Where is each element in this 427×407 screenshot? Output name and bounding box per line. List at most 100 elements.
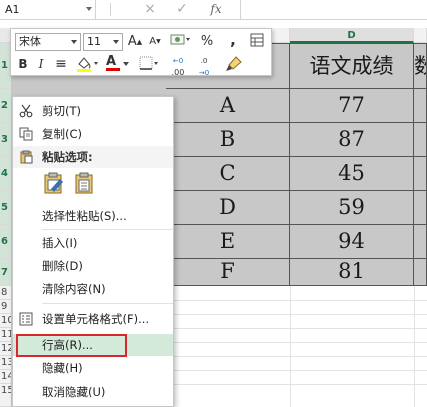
- format-painter-button[interactable]: [223, 55, 245, 73]
- score-cell[interactable]: 81: [290, 259, 414, 286]
- score-cell[interactable]: 94: [290, 225, 414, 259]
- italic-button[interactable]: I: [33, 55, 49, 73]
- name-box-dropdown-icon[interactable]: [86, 7, 92, 11]
- menu-separator: [42, 303, 173, 304]
- paste-clipboard-icon: [44, 172, 63, 194]
- decrease-decimal-label: .0: [200, 57, 208, 65]
- comma-style-button[interactable]: ,: [225, 31, 241, 49]
- cell-e1[interactable]: 数: [414, 43, 427, 89]
- formula-input[interactable]: [240, 0, 427, 19]
- column-header-e[interactable]: [414, 28, 427, 43]
- row-header-10[interactable]: 10: [0, 314, 12, 328]
- score-cell[interactable]: 77: [290, 89, 414, 123]
- row-header-14[interactable]: 14: [0, 370, 12, 384]
- student-cell[interactable]: B: [166, 123, 290, 157]
- menu-item-copy[interactable]: 复制(C): [13, 123, 173, 145]
- enter-icon[interactable]: ✓: [172, 0, 192, 19]
- fill-color-button[interactable]: [75, 55, 101, 73]
- format-painter-icon: [226, 56, 242, 71]
- menu-item-label: 选择性粘贴(S)...: [42, 209, 127, 223]
- score-cell-next[interactable]: [414, 191, 427, 225]
- font-name-combo[interactable]: 宋体: [15, 33, 81, 51]
- paste-values-button[interactable]: [73, 171, 95, 195]
- font-size-value: 11: [87, 35, 101, 48]
- score-cell[interactable]: 87: [290, 123, 414, 157]
- menu-item-label: 粘贴选项:: [42, 150, 93, 164]
- row-header-13[interactable]: 13: [0, 356, 12, 370]
- menu-item-label: 剪切(T): [42, 104, 81, 118]
- menu-item-paste-special[interactable]: 选择性粘贴(S)...: [13, 205, 173, 227]
- menu-item-label: 插入(I): [42, 236, 78, 250]
- decrease-decimal-button[interactable]: .0 →0: [193, 55, 215, 77]
- format-table-button[interactable]: [249, 33, 265, 51]
- row-header-7[interactable]: 7: [0, 259, 12, 286]
- student-cell[interactable]: E: [166, 225, 290, 259]
- paste-button[interactable]: [42, 171, 66, 195]
- formula-bar: A1 × ✓ fx: [0, 0, 427, 20]
- menu-item-clear-contents[interactable]: 清除内容(N): [13, 278, 173, 300]
- grow-font-icon: A: [127, 34, 137, 49]
- formula-bar-divider: [110, 3, 111, 16]
- row-header-11[interactable]: 11: [0, 328, 12, 342]
- menu-item-unhide[interactable]: 取消隐藏(U): [13, 381, 173, 403]
- name-box-value: A1: [5, 3, 20, 16]
- increase-decimal-label: .00: [171, 68, 185, 77]
- increase-decimal-button[interactable]: ←0 .00: [167, 55, 189, 77]
- row-header-9[interactable]: 9: [0, 300, 12, 314]
- copy-icon: [19, 127, 33, 141]
- borders-button[interactable]: [137, 55, 161, 73]
- row-header-8[interactable]: 8: [0, 286, 12, 300]
- format-cells-icon: [19, 312, 33, 326]
- menu-item-hide[interactable]: 隐藏(H): [13, 357, 173, 379]
- student-cell[interactable]: C: [166, 157, 290, 191]
- percent-style-button[interactable]: %: [199, 33, 215, 51]
- column-header-d[interactable]: D: [290, 28, 414, 43]
- score-cell-next[interactable]: [414, 157, 427, 191]
- row-header-2[interactable]: 2: [0, 89, 12, 123]
- grow-font-button[interactable]: A▲: [127, 33, 143, 51]
- menu-item-format-cells[interactable]: 设置单元格格式(F)...: [13, 308, 173, 330]
- row-header-12[interactable]: 12: [0, 342, 12, 356]
- cancel-icon[interactable]: ×: [140, 0, 160, 19]
- student-cell[interactable]: A: [166, 89, 290, 123]
- font-name-value: 宋体: [19, 35, 41, 48]
- bold-button[interactable]: B: [15, 55, 31, 73]
- menu-item-insert[interactable]: 插入(I): [13, 232, 173, 254]
- arrow-left-icon: ←0: [172, 57, 184, 65]
- menu-item-label: 复制(C): [42, 127, 83, 141]
- chevron-down-icon: [113, 40, 119, 44]
- score-cell-next[interactable]: [414, 89, 427, 123]
- menu-item-cut[interactable]: 剪切(T): [13, 100, 173, 122]
- student-cell[interactable]: D: [166, 191, 290, 225]
- font-color-swatch: [106, 68, 120, 71]
- row-header-4[interactable]: 4: [0, 157, 12, 191]
- row-header-3[interactable]: 3: [0, 123, 12, 157]
- score-cell-next[interactable]: [414, 259, 427, 286]
- highlight-annotation-box: [16, 334, 127, 357]
- score-cell-next[interactable]: [414, 123, 427, 157]
- context-menu: 剪切(T) 复制(C) 粘贴选项: 选择性粘贴(S)... 插入(I) 删除(D…: [12, 96, 174, 407]
- cell-d1[interactable]: 语文成绩: [290, 43, 414, 89]
- name-box[interactable]: A1: [0, 0, 96, 19]
- font-color-button[interactable]: A: [105, 54, 131, 73]
- accounting-format-button[interactable]: [169, 33, 193, 51]
- mini-toolbar: 宋体 11 A▲ A▼ % , B I ≡ A ←0 .00 .0 →0: [10, 28, 272, 77]
- insert-function-icon[interactable]: fx: [206, 0, 226, 19]
- row-header-5[interactable]: 5: [0, 191, 12, 225]
- score-cell-next[interactable]: [414, 225, 427, 259]
- row-header-15[interactable]: 15: [0, 384, 12, 407]
- font-size-combo[interactable]: 11: [83, 33, 123, 51]
- row-header-6[interactable]: 6: [0, 225, 12, 259]
- score-cell[interactable]: 59: [290, 191, 414, 225]
- menu-item-delete[interactable]: 删除(D): [13, 255, 173, 277]
- center-align-button[interactable]: ≡: [53, 55, 69, 73]
- menu-item-label: 取消隐藏(U): [42, 385, 106, 399]
- shrink-font-button[interactable]: A▼: [147, 33, 163, 51]
- menu-separator: [42, 229, 173, 230]
- clipboard-icon: [20, 150, 33, 164]
- student-cell[interactable]: F: [166, 259, 290, 286]
- score-cell[interactable]: 45: [290, 157, 414, 191]
- scissors-icon: [19, 104, 33, 118]
- menu-item-label: 清除内容(N): [42, 282, 106, 296]
- chevron-down-icon: [71, 40, 77, 44]
